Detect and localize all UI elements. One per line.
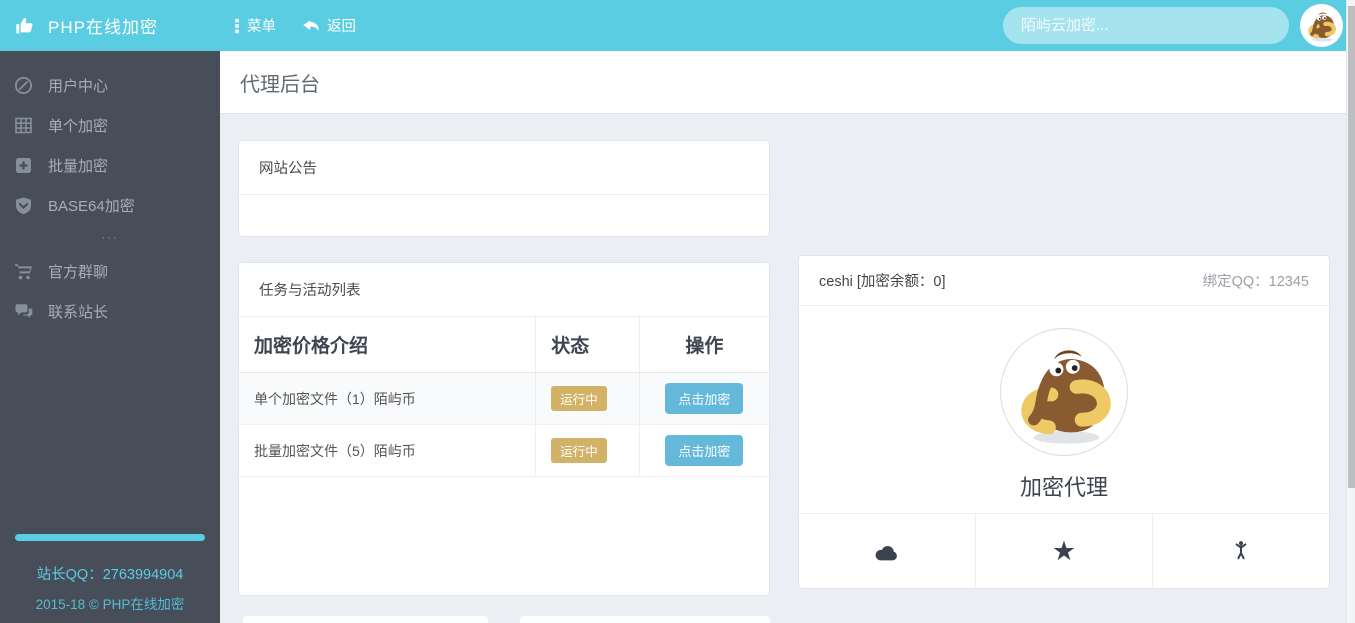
below-fold-panel — [520, 616, 770, 623]
vertical-scrollbar[interactable] — [1346, 0, 1355, 623]
webmaster-qq-text: 站长QQ：2763994904 — [36, 567, 184, 583]
profile-cloud-cell[interactable] — [799, 514, 975, 588]
sidebar-item-group-chat[interactable]: 官方群聊 — [0, 251, 220, 291]
person-icon — [1229, 539, 1253, 563]
task-name: 批量加密文件（5）陌屿币 — [239, 424, 536, 477]
profile-avatar — [1000, 328, 1128, 456]
encrypt-button[interactable]: 点击加密 — [665, 383, 744, 414]
tasks-panel: 任务与活动列表 加密价格介绍 状态 操作 单个加密文件（1）陌屿币 运行中 点击… — [238, 262, 770, 596]
encrypt-button[interactable]: 点击加密 — [665, 435, 744, 466]
table-grid-icon — [14, 116, 33, 135]
announcement-title: 网站公告 — [239, 141, 769, 195]
user-avatar[interactable] — [1300, 4, 1343, 47]
left-column: 网站公告 任务与活动列表 加密价格介绍 状态 操作 单个加密文件（1）陌屿币 运… — [238, 140, 770, 596]
table-row: 批量加密文件（5）陌屿币 运行中 点击加密 — [239, 424, 769, 477]
mammoth-avatar-icon — [1021, 350, 1111, 444]
plus-square-icon — [14, 156, 33, 175]
back-arrow-icon — [302, 18, 320, 34]
star-icon: ★ — [1051, 535, 1077, 567]
thumbs-up-icon — [14, 15, 36, 37]
profile-bound-qq: 绑定QQ：12345 — [1202, 274, 1309, 290]
vertical-dots-icon — [234, 18, 240, 34]
page-header: 代理后台 — [220, 51, 1346, 114]
main-area: 代理后台 网站公告 任务与活动列表 加密价格介绍 状态 操作 单个加密文件（1）… — [220, 51, 1346, 623]
top-header-bar: PHP在线加密 菜单 返回 — [0, 0, 1347, 51]
sidebar-item-user-center[interactable]: 用户中心 — [0, 65, 220, 105]
sidebar-item-label: 用户中心 — [48, 77, 109, 95]
profile-person-cell[interactable] — [1152, 514, 1329, 588]
page-title: 代理后台 — [240, 73, 320, 96]
announcement-panel: 网站公告 — [238, 140, 770, 237]
column-header-price: 加密价格介绍 — [239, 317, 536, 373]
menu-label: 菜单 — [247, 19, 276, 35]
sidebar-item-single-encrypt[interactable]: 单个加密 — [0, 105, 220, 145]
column-header-action: 操作 — [638, 317, 769, 373]
tasks-panel-title: 任务与活动列表 — [239, 263, 769, 317]
scrollbar-thumb[interactable] — [1348, 6, 1355, 488]
sidebar-item-label: 联系站长 — [48, 303, 109, 321]
profile-panel: ceshi [加密余额：0] 绑定QQ：12345 加密代理 ★ — [798, 255, 1330, 589]
profile-role-label: 加密代理 — [1019, 475, 1108, 500]
sidebar-item-label: 官方群聊 — [48, 263, 109, 281]
sidebar-item-label: 单个加密 — [48, 117, 109, 135]
right-column: ceshi [加密余额：0] 绑定QQ：12345 加密代理 ★ — [798, 255, 1330, 596]
copyright-text: 2015-18 © PHP在线加密 — [35, 597, 185, 612]
task-name: 单个加密文件（1）陌屿币 — [239, 372, 536, 425]
chat-bubbles-icon — [14, 302, 33, 321]
sidebar-item-label: BASE64加密 — [48, 197, 135, 215]
table-row: 单个加密文件（1）陌屿币 运行中 点击加密 — [239, 372, 769, 425]
column-header-status: 状态 — [535, 317, 640, 373]
cart-icon — [14, 262, 33, 281]
sidebar-item-label: 批量加密 — [48, 157, 109, 175]
below-fold-panel — [243, 616, 488, 623]
cloud-icon — [874, 541, 901, 562]
menu-button[interactable]: 菜单 — [234, 15, 276, 36]
search-input[interactable] — [1021, 17, 1271, 34]
back-button[interactable]: 返回 — [302, 15, 356, 36]
sidebar: 用户中心 单个加密 批量加密 BASE64加密 ··· 官方群聊 联系站长 站长… — [0, 51, 220, 623]
announcement-body — [239, 195, 769, 236]
compass-circle-icon — [14, 76, 33, 95]
tasks-table: 加密价格介绍 状态 操作 单个加密文件（1）陌屿币 运行中 点击加密 批量加密文… — [239, 317, 769, 477]
sidebar-item-base64-encrypt[interactable]: BASE64加密 — [0, 185, 220, 225]
app-brand[interactable]: PHP在线加密 — [0, 13, 220, 38]
profile-star-cell[interactable]: ★ — [975, 514, 1152, 588]
sidebar-item-contact-webmaster[interactable]: 联系站长 — [0, 291, 220, 331]
search-box[interactable] — [1003, 7, 1289, 44]
app-title: PHP在线加密 — [48, 18, 158, 37]
mammoth-avatar-icon — [1308, 12, 1336, 42]
status-badge: 运行中 — [551, 386, 607, 411]
shield-chevron-icon — [14, 196, 33, 215]
sidebar-item-batch-encrypt[interactable]: 批量加密 — [0, 145, 220, 185]
back-label: 返回 — [327, 19, 356, 35]
profile-username: ceshi [加密余额：0] — [819, 274, 946, 290]
status-badge: 运行中 — [551, 438, 607, 463]
sidebar-collapse-dots[interactable]: ··· — [0, 225, 220, 251]
sidebar-accent-bar — [15, 534, 205, 541]
